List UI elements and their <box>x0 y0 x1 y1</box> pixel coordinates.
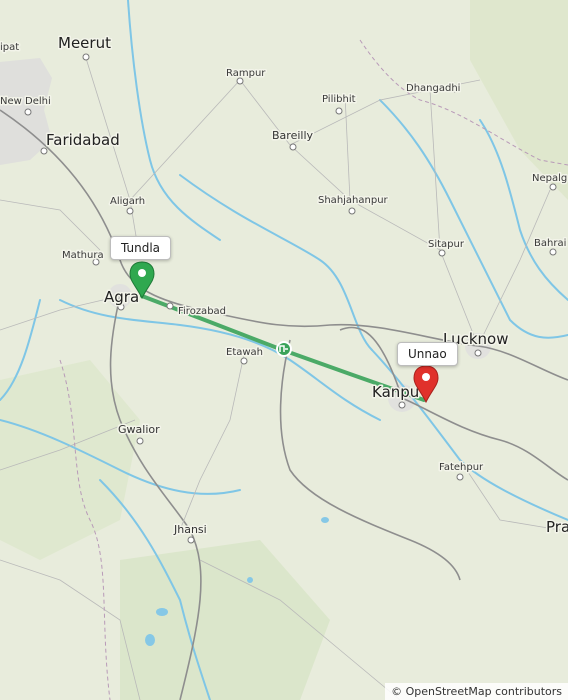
place-label-aligarh: Aligarh <box>110 196 145 207</box>
pin-center <box>138 269 146 277</box>
city-dot <box>474 349 482 357</box>
city-dot <box>187 536 195 544</box>
city-dot <box>136 437 144 445</box>
city-dot <box>240 357 248 365</box>
city-dot <box>289 143 297 151</box>
city-dot <box>126 207 134 215</box>
place-label-new-delhi: New Delhi <box>0 96 51 107</box>
city-dot <box>398 401 406 409</box>
place-label-firozabad: Firozabad <box>178 306 226 317</box>
lake <box>145 634 155 646</box>
place-label-sitapur: Sitapur <box>428 239 465 250</box>
place-label-kanpur: Kanpu <box>372 383 419 401</box>
place-label-jhansi: Jhansi <box>173 523 207 536</box>
city-dot <box>24 108 32 116</box>
city-dot <box>549 183 557 191</box>
place-label-bahrai: Bahrai <box>534 238 566 249</box>
place-label-mathura: Mathura <box>62 250 104 261</box>
place-label-bareilly: Bareilly <box>272 129 314 142</box>
destination-label-tooltip: Unnao <box>397 342 458 366</box>
route-midpoint-icon[interactable] <box>276 341 292 357</box>
place-label-pra: Pra <box>546 518 568 536</box>
place-label-rampur: Rampur <box>226 68 266 79</box>
city-dot <box>549 248 557 256</box>
origin-label-tooltip: Tundla <box>110 236 172 260</box>
place-label-etawah: Etawah <box>226 347 263 358</box>
place-label-pilibhit: Pilibhit <box>322 94 356 105</box>
city-dot <box>348 207 356 215</box>
city-dot <box>456 473 464 481</box>
place-label-faridabad: Faridabad <box>46 131 120 149</box>
place-label-shahjahanpur: Shahjahanpur <box>318 195 389 206</box>
map-attribution[interactable]: © OpenStreetMap contributors <box>385 683 568 700</box>
place-label-agra: Agra <box>104 288 139 306</box>
map-base: ipat Meerut New Delhi Faridabad Rampur P… <box>0 0 568 700</box>
place-label-meerut: Meerut <box>58 34 111 52</box>
lake <box>156 608 168 616</box>
place-label-dhangadhi: Dhangadhi <box>406 83 460 94</box>
city-dot <box>166 302 174 310</box>
place-label-ipat: ipat <box>0 42 19 53</box>
lake <box>247 577 253 583</box>
pin-center <box>422 373 430 381</box>
city-dot <box>438 249 446 257</box>
lake <box>321 517 329 523</box>
city-dot <box>335 107 343 115</box>
map-view[interactable]: ipat Meerut New Delhi Faridabad Rampur P… <box>0 0 568 700</box>
city-dot <box>82 53 90 61</box>
place-label-gwalior: Gwalior <box>118 423 160 436</box>
place-label-fatehpur: Fatehpur <box>439 462 484 473</box>
place-label-nepalg: Nepalg <box>532 173 567 184</box>
